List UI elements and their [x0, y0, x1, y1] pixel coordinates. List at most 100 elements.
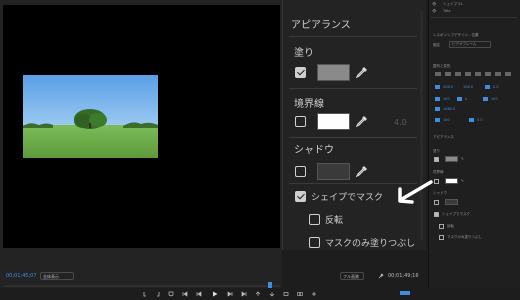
stroke-color-swatch[interactable] [317, 113, 350, 130]
fill-color-swatch[interactable] [317, 64, 350, 81]
mask-label-small: シェイプでマスク [442, 212, 470, 216]
divider [289, 36, 417, 37]
fill-checkbox-small[interactable] [434, 157, 439, 162]
align-center-icon[interactable] [445, 72, 451, 76]
crop-icon [435, 118, 440, 122]
play-icon[interactable] [212, 291, 218, 297]
fill-only-checkbox-small[interactable] [439, 235, 444, 240]
stroke-label: 境界線 [294, 99, 324, 110]
annotation-arrow-icon [398, 180, 433, 204]
invert-label-small: 反転 [447, 224, 454, 228]
mask-with-shape-label: シェイプでマスク [311, 193, 384, 203]
comparison-view-icon[interactable] [297, 291, 303, 297]
appearance-section-label: アピアランス [433, 135, 454, 139]
fill-section-label: 塗り [433, 149, 440, 153]
duration-timecode: 00;01;49;16 [388, 273, 419, 279]
shadow-section-label: シャドウ [433, 191, 447, 195]
invert-checkbox[interactable] [309, 214, 320, 225]
stroke-swatch-small[interactable] [445, 178, 458, 184]
invert-label: 反転 [325, 216, 344, 226]
appearance-zoom-panel: アピアランス 塗り 境界線 4.0 シャドウ シェイプでマスク 反転 マスクのみ… [282, 0, 426, 250]
width-value[interactable]: 1080.0 [443, 107, 455, 111]
align-transform-label: 整列と変形 [433, 64, 451, 68]
playback-quality-dropdown[interactable]: フル画質 [340, 272, 364, 280]
position-icon [435, 85, 440, 89]
export-frame-icon[interactable] [283, 291, 289, 297]
video-canvas[interactable] [3, 5, 280, 248]
transport-controls [0, 288, 520, 300]
stroke-checkbox[interactable] [295, 116, 306, 127]
align-left-icon[interactable] [435, 72, 441, 76]
appearance-title: アピアランス [291, 20, 351, 31]
anchor-value[interactable]: 0.0 [493, 85, 499, 89]
clip-image-meadow-tree[interactable] [23, 75, 158, 158]
fill-label: 塗り [294, 48, 314, 59]
divider [431, 17, 517, 18]
position-y[interactable]: 108.0 [463, 85, 473, 89]
step-back-icon[interactable] [196, 291, 202, 297]
layer-item-shape[interactable]: シェイプ 01 [443, 2, 463, 7]
divider [289, 88, 417, 89]
stroke-width-value[interactable]: 4.0 [394, 118, 407, 127]
mark-out-icon[interactable] [155, 291, 161, 297]
lift-icon[interactable] [255, 291, 261, 297]
scale-icon [435, 97, 440, 101]
mark-in-icon[interactable] [142, 291, 148, 297]
responsive-label: レスポンシブデザイン - 位置 [433, 33, 479, 37]
go-to-in-icon[interactable] [182, 291, 188, 297]
eyedropper-icon[interactable]: ✎ [461, 157, 464, 161]
fill-checkbox[interactable] [295, 67, 306, 78]
shadow-eyedropper-icon[interactable] [356, 165, 368, 177]
essential-graphics-panel: 👁 シェイプ 01 👁 Title レスポンシブデザイン - 位置 固定 ビデオ… [428, 0, 520, 300]
shadow-label: シャドウ [294, 145, 334, 156]
opacity-icon [483, 97, 488, 101]
position-x[interactable]: 208.0 [443, 85, 453, 89]
rotation-icon [457, 97, 462, 101]
pin-to-label: 固定 [433, 43, 440, 47]
stroke-eyedropper-icon[interactable] [356, 115, 368, 127]
shadow-color-swatch[interactable] [317, 163, 350, 180]
align-top-icon[interactable] [465, 72, 471, 76]
fill-eyedropper-icon[interactable] [356, 66, 368, 78]
pin-to-value: ビデオフレーム [452, 42, 477, 46]
distribute-v-icon[interactable] [505, 72, 511, 76]
anchor-icon [485, 85, 490, 89]
eyedropper-icon[interactable]: ✎ [461, 179, 464, 183]
mask-checkbox-small[interactable] [434, 212, 439, 217]
monitor-timeline-track[interactable] [4, 285, 280, 287]
opacity-value[interactable]: 100 [491, 97, 498, 101]
align-middle-icon[interactable] [475, 72, 481, 76]
width-icon [435, 107, 440, 111]
current-timecode[interactable]: 00;01;45;07 [6, 273, 37, 279]
fill-mask-only-label: マスクのみ塗りつぶし [325, 239, 416, 249]
shadow-checkbox[interactable] [295, 166, 306, 177]
mask-with-shape-checkbox[interactable] [295, 191, 306, 202]
fill-swatch-small[interactable] [445, 156, 458, 162]
skew-value[interactable]: 0.0 [477, 118, 483, 122]
shadow-swatch-small[interactable] [445, 199, 458, 205]
eye-icon[interactable]: 👁 [432, 2, 436, 6]
divider [289, 137, 417, 138]
eye-icon[interactable]: 👁 [432, 9, 436, 13]
zoom-scrollbar-handle[interactable] [400, 291, 410, 295]
stroke-section-label: 境界線 [433, 170, 444, 174]
zoom-fit-dropdown[interactable]: 全体表示 [40, 272, 74, 280]
distribute-h-icon[interactable] [495, 72, 501, 76]
add-button-icon[interactable] [311, 291, 317, 297]
go-to-out-icon[interactable] [241, 291, 247, 297]
marker-icon[interactable] [168, 291, 174, 297]
rotation-value[interactable]: 0 [465, 97, 467, 101]
invert-checkbox-small[interactable] [439, 224, 444, 229]
link-icon [469, 118, 474, 122]
align-right-icon[interactable] [455, 72, 461, 76]
layer-item-title[interactable]: Title [443, 9, 451, 13]
step-forward-icon[interactable] [227, 291, 233, 297]
fill-only-label-small: マスクのみ塗りつぶし [447, 235, 483, 239]
wrench-icon[interactable] [378, 273, 384, 279]
scale-value[interactable]: 100 [443, 97, 450, 101]
program-monitor: 00;01;45;07 全体表示 [0, 0, 282, 300]
align-bottom-icon[interactable] [485, 72, 491, 76]
fill-mask-only-checkbox[interactable] [309, 237, 320, 248]
crop-value[interactable]: 100 [443, 118, 450, 122]
extract-icon[interactable] [269, 291, 275, 297]
